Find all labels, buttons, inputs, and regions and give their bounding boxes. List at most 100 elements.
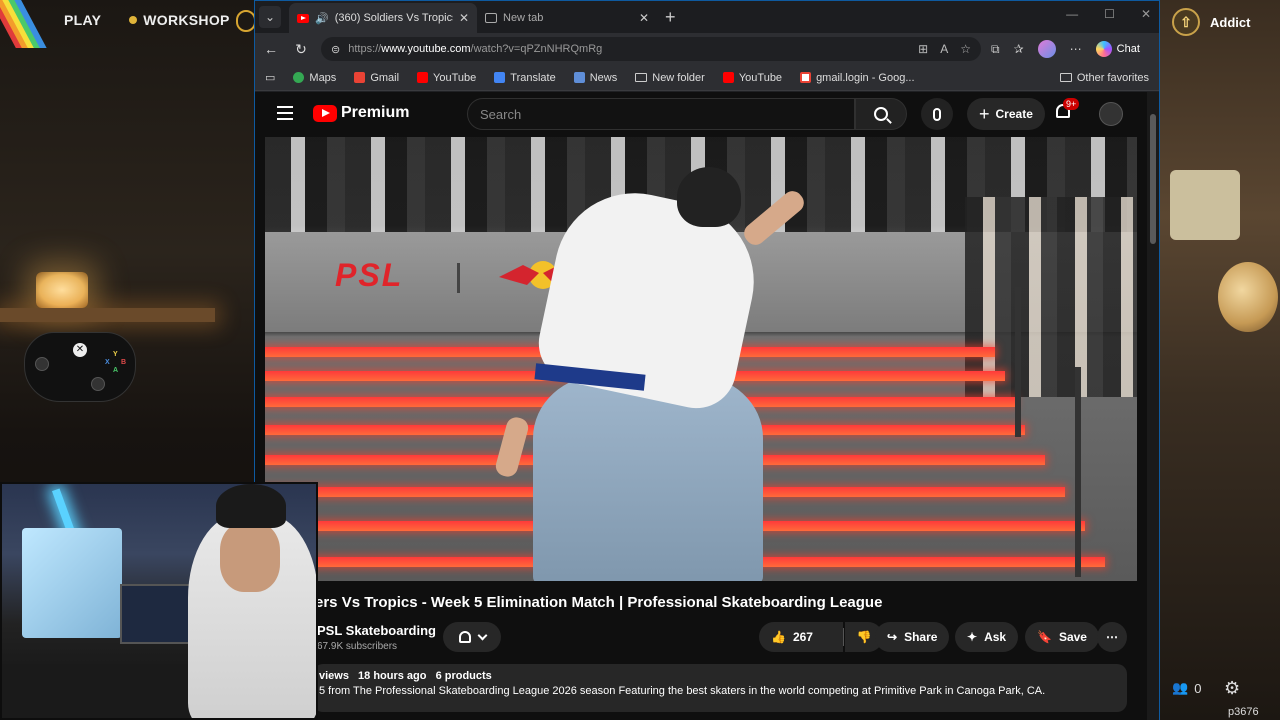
copilot-label: Chat	[1116, 43, 1140, 55]
friends-button[interactable]: 👥 0	[1172, 680, 1201, 696]
close-tab-icon[interactable]: ✕	[639, 11, 649, 25]
video-player[interactable]: PSL	[265, 137, 1137, 581]
user-name: Addict	[1210, 14, 1251, 30]
maps-icon	[293, 72, 305, 83]
bookmark-maps[interactable]: Maps	[293, 72, 336, 84]
nav-play[interactable]: PLAY	[64, 12, 101, 28]
close-window-icon[interactable]: ✕	[1141, 7, 1151, 21]
streamer-hat	[216, 484, 286, 528]
bookmark-label: News	[589, 71, 618, 84]
description-box[interactable]: views 18 hours ago 6 products 5 from The…	[313, 664, 1127, 712]
window-controls: — ☐ ✕	[1066, 7, 1151, 21]
search-button[interactable]	[855, 98, 907, 130]
view-count: views	[319, 670, 349, 682]
other-favorites-label: Other favorites	[1076, 71, 1149, 84]
youtube-icon	[417, 72, 429, 83]
bookmark-new-folder[interactable]: New folder	[635, 72, 705, 84]
translate-icon	[494, 72, 506, 83]
youtube-logo[interactable]: Premium	[313, 104, 409, 122]
read-aloud-icon[interactable]: A	[940, 42, 948, 56]
handrail-post	[1015, 287, 1021, 437]
streamer-face	[220, 522, 280, 592]
tab-bar: ⌄ 🔊 (360) Soldiers Vs Tropics - We ✕ New…	[255, 1, 1159, 33]
nav-workshop[interactable]: WORKSHOP	[129, 12, 229, 28]
minimize-icon[interactable]: —	[1066, 7, 1078, 21]
channel-name[interactable]: PSL Skateboarding	[317, 623, 436, 638]
like-button[interactable]: 👍 267	[759, 622, 843, 652]
wall-divider	[457, 263, 460, 293]
bookmark-label: Maps	[309, 71, 337, 84]
handrail-post	[1075, 367, 1081, 577]
bookmark-youtube-2[interactable]: YouTube	[722, 72, 782, 84]
site-info-icon[interactable]: ⊜	[331, 43, 340, 56]
create-label: Create	[995, 107, 1033, 121]
nav-workshop-label: WORKSHOP	[143, 12, 230, 28]
bookmark-label: gmail.login - Goog...	[816, 71, 915, 84]
ask-label: Ask	[984, 630, 1007, 644]
app-available-icon[interactable]: ⊞	[918, 42, 928, 56]
other-favorites[interactable]: Other favorites	[1059, 71, 1149, 84]
scrollbar-thumb[interactable]	[1150, 114, 1156, 244]
thumbs-down-icon: 👎	[856, 630, 872, 644]
bookmark-gmail-login[interactable]: gmail.login - Goog...	[800, 71, 915, 84]
more-actions-button[interactable]: ⋯	[1097, 622, 1127, 652]
speaker-icon[interactable]: 🔊	[315, 12, 329, 25]
pc-case-image	[22, 528, 122, 638]
game-background-right	[1160, 0, 1280, 720]
save-button[interactable]: 🔖 Save	[1025, 622, 1099, 652]
favorites-icon[interactable]: ✰	[1014, 42, 1024, 56]
refresh-icon[interactable]: ↻	[291, 41, 311, 58]
bookmark-youtube[interactable]: YouTube	[417, 72, 476, 84]
tab-title: (360) Soldiers Vs Tropics - We	[334, 12, 453, 24]
news-icon	[573, 72, 585, 83]
maximize-icon[interactable]: ☐	[1104, 7, 1115, 21]
reading-list-icon[interactable]: ▭	[265, 71, 275, 84]
url-scheme: https://	[348, 43, 382, 55]
close-tab-icon[interactable]: ✕	[459, 11, 469, 25]
back-icon[interactable]: ←	[261, 41, 281, 57]
create-button[interactable]: + Create	[967, 98, 1045, 130]
page-scrollbar[interactable]	[1147, 92, 1159, 720]
bookmark-translate[interactable]: Translate	[494, 72, 556, 84]
radio-image	[1170, 170, 1240, 240]
voice-search-button[interactable]	[921, 98, 953, 130]
ask-button[interactable]: ✦ Ask	[955, 622, 1019, 652]
search-placeholder: Search	[480, 106, 522, 122]
video-title: ers Vs Tropics - Week 5 Elimination Matc…	[315, 594, 883, 611]
tab-youtube[interactable]: 🔊 (360) Soldiers Vs Tropics - We ✕	[289, 3, 477, 33]
tab-actions-button[interactable]: ⌄	[259, 6, 281, 28]
plus-icon: +	[979, 103, 990, 124]
tab-new-tab[interactable]: New tab ✕	[477, 3, 657, 33]
user-panel[interactable]: ⇧ Addict	[1172, 8, 1250, 36]
menu-icon[interactable]	[277, 106, 293, 120]
favorite-star-icon[interactable]: ☆	[960, 42, 971, 56]
desktop: PLAY WORKSHOP ✕ Y X B A ⇧ Addict 👥 0 ⚙ p…	[0, 0, 1280, 720]
copilot-button[interactable]: Chat	[1095, 41, 1140, 57]
url-field[interactable]: ⊜ https://www.youtube.com/watch?v=qPZnNH…	[321, 37, 981, 61]
account-avatar[interactable]	[1099, 102, 1123, 126]
search-input[interactable]: Search	[467, 98, 855, 130]
skater-head	[677, 167, 741, 227]
game-circle-button[interactable]	[236, 10, 256, 32]
gmail-icon	[354, 72, 366, 83]
gear-icon[interactable]: ⚙	[1224, 678, 1240, 699]
extension-icon[interactable]: ⧉	[991, 42, 1000, 57]
youtube-icon	[722, 72, 734, 83]
new-tab-button[interactable]: +	[665, 7, 676, 28]
desk-image	[2, 664, 202, 718]
more-menu-icon[interactable]: ⋯	[1070, 42, 1082, 56]
skater-pants	[533, 375, 763, 581]
description-text: 5 from The Professional Skateboarding Le…	[319, 685, 1046, 697]
microphone-icon	[933, 107, 941, 121]
profile-avatar[interactable]	[1037, 40, 1056, 58]
copilot-icon	[1095, 41, 1112, 57]
rainbow-logo	[0, 0, 48, 48]
bookmark-news[interactable]: News	[573, 71, 618, 84]
subscriber-count: 67.9K subscribers	[317, 641, 398, 652]
bookmark-gmail[interactable]: Gmail	[354, 72, 399, 84]
youtube-play-icon	[313, 104, 337, 122]
subscription-bell-button[interactable]	[443, 622, 501, 652]
like-divider	[843, 628, 844, 646]
bell-icon	[458, 631, 471, 643]
share-button[interactable]: ↪ Share	[875, 622, 950, 652]
